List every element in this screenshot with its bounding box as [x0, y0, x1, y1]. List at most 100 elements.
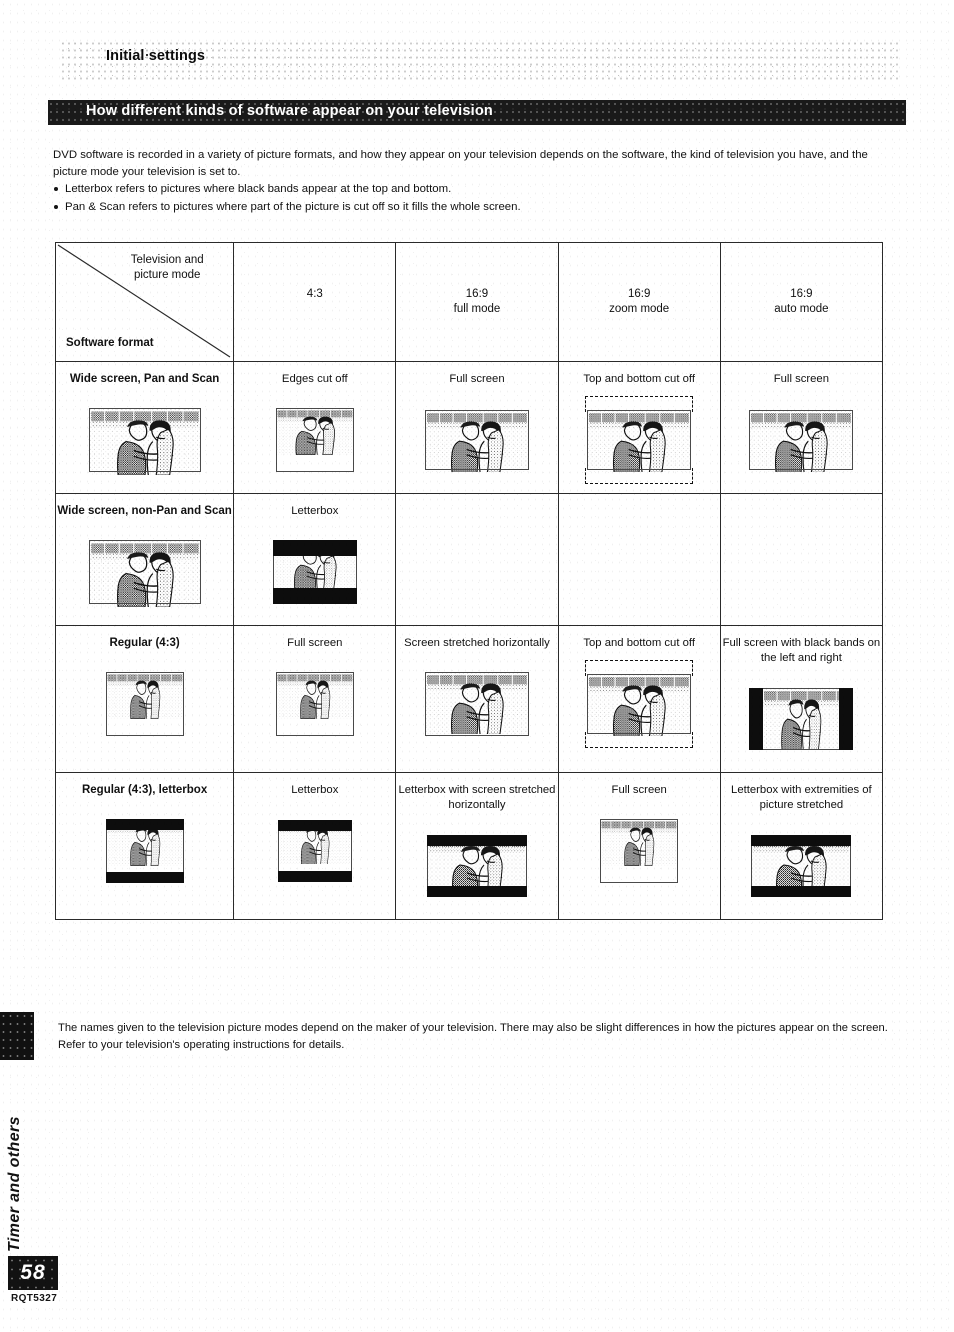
cell-thumbnail-wrap [559, 387, 720, 493]
thumbnail-regular43-source [105, 672, 184, 736]
thumbnail-letterbox [272, 540, 357, 604]
cell-thumbnail-wrap [234, 798, 395, 904]
row-label-cell: Wide screen, Pan and Scan [54, 361, 235, 494]
cell-caption [559, 494, 720, 519]
source-thumbnail-wrap [56, 387, 233, 493]
cell-caption: Letterbox [291, 784, 339, 796]
intro-bullet-panscan: Pan & Scan refers to pictures where part… [53, 199, 905, 216]
cell-caption: Screen stretched horizontally [404, 637, 550, 649]
cell-r3c3: Top and bottom cut off [557, 625, 721, 773]
cell-r3c1: Full screen [233, 625, 397, 773]
chapter-tab-label: Timer and others [6, 1116, 23, 1252]
thumbnail-widescreen-auto [749, 410, 854, 473]
cell-thumbnail-wrap [559, 798, 720, 904]
row-label-text: Regular (4:3), letterbox [81, 784, 208, 796]
cell-caption: Top and bottom cut off [583, 637, 695, 649]
thumbnail-regular43-pillarbox [749, 688, 854, 751]
column-header-16-9-full: 16:9 full mode [395, 242, 559, 362]
cell-r1c4: Full screen [719, 361, 884, 494]
cell-r4c4: Letterbox with extremities of picture st… [719, 772, 884, 920]
column-header-line1: 16:9 [627, 288, 651, 300]
row-label-text: Wide screen, non-Pan and Scan [57, 505, 232, 517]
cell-thumbnail-wrap [721, 813, 882, 919]
cell-caption: Letterbox with extremities of picture st… [731, 784, 872, 811]
cell-r1c1: Edges cut off [233, 361, 397, 494]
cell-thumbnail-wrap [721, 666, 882, 772]
column-header-16-9-zoom: 16:9 zoom mode [557, 242, 721, 362]
table-row-widescreen-panscan: Wide screen, Pan and Scan Edges cut off … [54, 361, 884, 494]
thumbnail-widescreen-cropped [275, 408, 354, 472]
intro-bullet-letterbox: Letterbox refers to pictures where black… [53, 181, 905, 198]
cell-caption: Letterbox [291, 505, 339, 517]
table-row-widescreen-nonpanscan: Wide screen, non-Pan and Scan Letterbox [54, 493, 884, 626]
page-number-box: 58 [8, 1256, 58, 1290]
row-label-cell: Regular (4:3), letterbox [54, 772, 235, 920]
thumbnail-widescreen-full [424, 410, 529, 473]
running-head: Initial settings [60, 40, 900, 82]
cell-r4c2: Letterbox with screen stretched horizont… [395, 772, 559, 920]
corner-label-software: Software format [66, 337, 154, 349]
cell-r1c2: Full screen [395, 361, 559, 494]
cell-r1c3: Top and bottom cut off [557, 361, 721, 494]
column-header-4-3: 4:3 [233, 242, 397, 362]
row-label-cell: Regular (4:3) [54, 625, 235, 773]
thumbnail-letterbox-extremities [751, 835, 852, 897]
column-header-line2: auto mode [774, 303, 829, 315]
cell-r4c1: Letterbox [233, 772, 397, 920]
cell-r4c3: Full screen [557, 772, 721, 920]
row-label-text: Wide screen, Pan and Scan [69, 373, 220, 385]
cell-caption: Top and bottom cut off [583, 373, 695, 385]
cell-r2c4 [719, 493, 884, 626]
thumbnail-regular43-full [275, 672, 354, 736]
cell-caption: Full screen [449, 373, 505, 385]
cell-r2c1: Letterbox [233, 493, 397, 626]
footer-note-text: The names given to the television pictur… [58, 1022, 888, 1051]
intro-block: DVD software is recorded in a variety of… [53, 147, 905, 215]
cell-thumbnail-wrap [396, 387, 557, 493]
thumbnail-letterbox-43-source [105, 819, 184, 883]
cell-caption: Full screen [611, 784, 667, 796]
thumbnail-full-screen [600, 819, 679, 883]
running-head-title: Initial settings [106, 48, 206, 64]
cell-thumbnail-wrap [396, 651, 557, 757]
cell-thumbnail-wrap [721, 387, 882, 493]
cell-caption: Full screen [287, 637, 343, 649]
column-header-line2: full mode [453, 303, 501, 315]
cell-caption: Full screen [773, 373, 829, 385]
column-header-line1: 4:3 [306, 288, 323, 300]
table-row-regular-43: Regular (4:3) Full screen Screen stretch… [54, 625, 884, 773]
intro-paragraph: DVD software is recorded in a variety of… [53, 149, 868, 178]
source-thumbnail-wrap [56, 519, 233, 625]
cell-caption: Full screen with black bands on the left… [722, 637, 881, 664]
model-code: RQT5327 [11, 1293, 58, 1304]
cell-thumbnail-wrap [396, 813, 557, 919]
cell-caption [721, 494, 882, 519]
corner-label-television: Television and picture mode [130, 254, 204, 281]
row-label-cell: Wide screen, non-Pan and Scan [54, 493, 235, 626]
cell-r3c2: Screen stretched horizontally [395, 625, 559, 773]
table-header-row: Television and picture mode Software for… [54, 242, 884, 362]
section-banner: How different kinds of software appear o… [48, 100, 906, 125]
cell-thumbnail-wrap [234, 387, 395, 493]
column-header-line2: zoom mode [609, 303, 670, 315]
thumbnail-widescreen-source [88, 540, 201, 608]
thumbnail-regular43-stretched [424, 672, 529, 736]
corner-header-cell: Television and picture mode Software for… [54, 242, 235, 362]
cell-caption: Edges cut off [281, 373, 348, 385]
source-thumbnail-wrap [56, 651, 233, 757]
column-header-line1: 16:9 [465, 288, 489, 300]
section-banner-title: How different kinds of software appear o… [86, 103, 493, 119]
table-row-regular-43-letterbox: Regular (4:3), letterbox Letterbox Lette… [54, 772, 884, 920]
thumbnail-letterbox-stretched [426, 835, 527, 897]
cell-r2c2 [395, 493, 559, 626]
picture-mode-table: Television and picture mode Software for… [54, 242, 884, 920]
thumbnail-widescreen-zoom-crop [585, 396, 694, 484]
thumbnail-widescreen-source [88, 408, 201, 476]
source-thumbnail-wrap [56, 798, 233, 904]
footer-note: The names given to the television pictur… [58, 1020, 904, 1053]
column-header-16-9-auto: 16:9 auto mode [719, 242, 884, 362]
chapter-tab-marker [0, 1012, 34, 1060]
cell-r2c3 [557, 493, 721, 626]
thumbnail-letterbox-43 [277, 820, 352, 882]
cell-thumbnail-wrap [234, 519, 395, 625]
